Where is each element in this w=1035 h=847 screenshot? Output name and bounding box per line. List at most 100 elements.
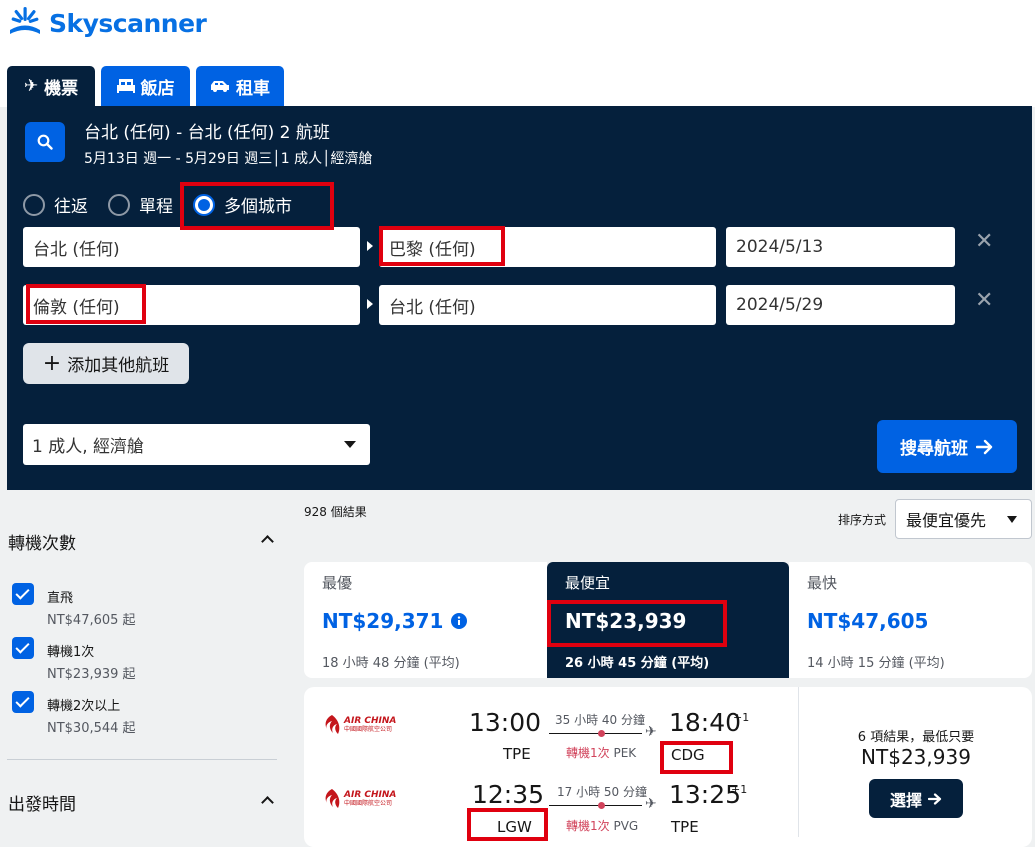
radio-icon [108, 193, 130, 216]
airline-logo: AIR CHINA 中國國際航空公司 [322, 714, 396, 736]
brand-name: Skyscanner [49, 8, 207, 38]
airline-text: AIR CHINA 中國國際航空公司 [344, 716, 397, 734]
remove-leg-1-close-icon[interactable]: ✕ [975, 229, 993, 254]
sunrise-logo-icon [10, 7, 40, 34]
leg-2-arrival-code: TPE [671, 818, 699, 836]
leg-2-to-input[interactable]: 台北 (任何) [379, 285, 716, 325]
leg-2-from-value: 倫敦 (任何) [33, 297, 120, 318]
tab-car-rental[interactable]: 租車 [196, 66, 284, 106]
departure-filter-title: 出發時間 [8, 795, 76, 815]
radio-label: 往返 [54, 197, 88, 217]
sort-tab-label: 最優 [322, 574, 353, 592]
stops-direct-checkbox[interactable] [12, 583, 34, 605]
trip-type-multi-city[interactable]: 多個城市 [193, 192, 292, 217]
filter-divider [7, 759, 277, 760]
leg-1-date-value: 2024/5/13 [736, 237, 824, 257]
leg-1-to-input[interactable]: 巴黎 (任何) [379, 227, 716, 267]
airline-name-cn: 中國國際航空公司 [344, 726, 393, 733]
header: Skyscanner ✈ 機票 飯店 租車 [0, 0, 1035, 107]
sort-tab-price: NT$47,605 [807, 609, 929, 633]
leg-1-arrival-time: 18:40 [669, 708, 742, 737]
stop-dot-icon [598, 802, 605, 809]
chevron-up-icon[interactable] [261, 535, 274, 548]
search-icon [37, 134, 53, 150]
sort-select[interactable]: 最便宜優先 [895, 499, 1032, 539]
sort-tab-best[interactable]: 最優 NT$29,371 18 小時 48 分鐘 (平均) [304, 562, 547, 678]
tab-hotels[interactable]: 飯店 [101, 66, 190, 106]
add-flight-button[interactable]: + 添加其他航班 [23, 343, 189, 384]
skyscanner-logo[interactable]: Skyscanner [7, 6, 207, 40]
add-flight-label: 添加其他航班 [67, 356, 170, 376]
plus-icon: + [42, 350, 62, 376]
arrow-right-icon [928, 792, 942, 805]
search-flights-label: 搜尋航班 [900, 439, 968, 459]
leg-2-duration: 17 小時 50 分鐘 [557, 785, 647, 799]
leg-1-from-input[interactable]: 台北 (任何) [23, 227, 360, 267]
stops-one-checkbox[interactable] [12, 637, 34, 659]
sort-tab-duration: 18 小時 48 分鐘 (平均) [322, 656, 460, 671]
passengers-cabin-select[interactable]: 1 成人, 經濟艙 [23, 424, 370, 465]
sort-tab-price-row: NT$29,371 [322, 609, 468, 633]
remove-leg-2-close-icon[interactable]: ✕ [975, 288, 993, 313]
sort-tab-cheapest[interactable]: 最便宜 NT$23,939 26 小時 45 分鐘 (平均) [547, 562, 789, 678]
deal-price: NT$23,939 [861, 745, 971, 769]
leg-1-arrival-day-offset: +1 [733, 711, 750, 724]
caret-down-icon [344, 441, 356, 448]
leg-2-date-input[interactable]: 2024/5/29 [726, 285, 955, 325]
stops-one-price: NT$23,939 起 [47, 667, 136, 682]
radio-selected-icon [193, 193, 215, 216]
trip-type-return[interactable]: 往返 [23, 192, 88, 217]
sort-tab-label: 最便宜 [565, 574, 611, 592]
leg-1-arrival-code: CDG [671, 746, 705, 764]
tab-label: 飯店 [140, 78, 175, 99]
plane-icon: ✈ [23, 76, 39, 96]
stops-two-plus-label: 轉機2次以上 [47, 699, 121, 714]
sort-label: 排序方式 [838, 513, 887, 527]
stops-direct-price: NT$47,605 起 [47, 613, 136, 628]
stops-two-plus-checkbox[interactable] [12, 691, 34, 713]
search-summary-details: 5月13日 週一 - 5月29日 週三│1 成人│經濟艙 [84, 151, 373, 167]
tab-flights[interactable]: ✈ 機票 [7, 66, 95, 106]
leg-1-departure-time: 13:00 [469, 708, 542, 737]
leg-1-duration: 35 小時 40 分鐘 [555, 713, 645, 727]
airline-logo: AIR CHINA 中國國際航空公司 [322, 788, 396, 810]
select-label: 選擇 [889, 790, 922, 810]
leg-1-date-input[interactable]: 2024/5/13 [726, 227, 955, 267]
leg-2-departure-code: LGW [497, 818, 532, 836]
airline-name: AIR CHINA [344, 790, 397, 800]
airline-name: AIR CHINA [344, 716, 397, 726]
search-summary-title: 台北 (任何) - 台北 (任何) 2 航班 [84, 123, 330, 143]
leg-2-departure-time: 12:35 [472, 780, 545, 809]
radio-icon [23, 193, 45, 216]
arrow-right-icon [367, 241, 373, 251]
sort-tab-fastest[interactable]: 最快 NT$47,605 14 小時 15 分鐘 (平均) [789, 562, 1032, 678]
chevron-up-icon[interactable] [261, 796, 274, 809]
tab-label: 機票 [44, 78, 79, 99]
leg-1-from-value: 台北 (任何) [33, 239, 120, 260]
sort-value: 最便宜優先 [906, 511, 987, 530]
stops-filter-title: 轉機次數 [8, 534, 76, 554]
select-flight-button[interactable]: 選擇 [869, 779, 963, 818]
results-count: 928 個結果 [304, 505, 367, 519]
arrow-right-icon [367, 299, 373, 309]
search-summary-button[interactable] [25, 122, 65, 162]
stops-direct-label: 直飛 [47, 591, 74, 606]
tab-label: 租車 [236, 78, 270, 99]
sort-tab-duration: 14 小時 15 分鐘 (平均) [807, 656, 945, 671]
stops-one-label: 轉機1次 [47, 645, 95, 660]
bed-icon [116, 79, 135, 93]
search-flights-button[interactable]: 搜尋航班 [877, 420, 1017, 473]
plane-icon: ✈ [645, 724, 657, 740]
stop-dot-icon [598, 730, 605, 737]
radio-label: 單程 [139, 197, 173, 217]
sort-tab-price: NT$23,939 [565, 609, 687, 633]
leg-2-stops: 轉機1次 PVG [566, 819, 639, 833]
info-icon[interactable] [451, 613, 468, 629]
leg-2-from-input[interactable]: 倫敦 (任何) [23, 285, 360, 325]
airline-text: AIR CHINA 中國國際航空公司 [344, 790, 397, 808]
radio-label: 多個城市 [224, 197, 292, 217]
trip-type-one-way[interactable]: 單程 [108, 192, 173, 217]
passengers-cabin-value: 1 成人, 經濟艙 [32, 437, 145, 457]
car-icon [211, 81, 229, 92]
leg-2-to-value: 台北 (任何) [389, 297, 476, 318]
